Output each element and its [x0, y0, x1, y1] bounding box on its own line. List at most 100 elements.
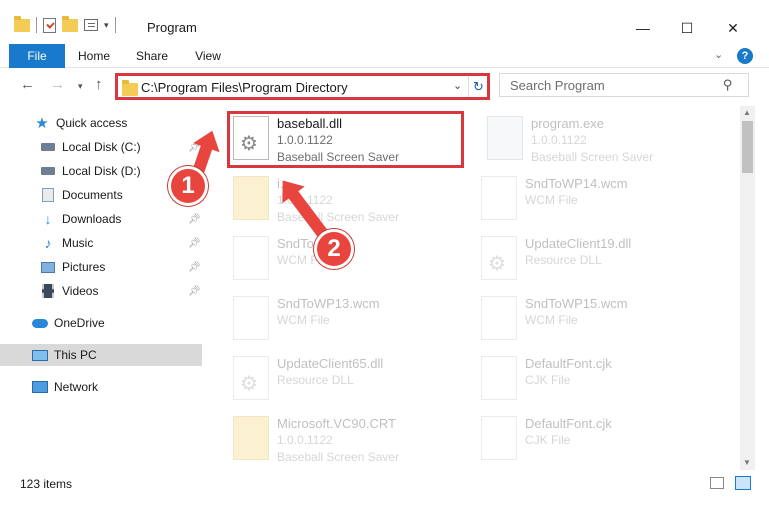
- sidebar-item-local-disk-c[interactable]: Local Disk (C:) 📌︎: [0, 136, 202, 158]
- sidebar-item-label: Pictures: [62, 260, 106, 274]
- sidebar-item-label: Quick access: [56, 116, 128, 130]
- file-list: baseball.dll 1.0.0.1122 Baseball Screen …: [205, 106, 740, 470]
- tab-file[interactable]: File: [9, 44, 65, 68]
- properties-check-icon[interactable]: [43, 17, 56, 33]
- file-type: WCM File: [525, 193, 578, 207]
- title-bar: ▾ Program — ☐ ✕: [0, 0, 769, 42]
- document-icon: [481, 296, 517, 340]
- pin-icon: 📌︎: [188, 237, 201, 249]
- sidebar-item-music[interactable]: ♪ Music 📌︎: [0, 232, 202, 254]
- minimize-button[interactable]: —: [620, 14, 666, 42]
- sidebar-item-label: Videos: [62, 284, 99, 298]
- scroll-thumb[interactable]: [742, 121, 753, 173]
- this-pc-icon: [32, 348, 48, 362]
- folder-icon: [233, 176, 269, 220]
- file-name: SndToWP14.wcm: [525, 176, 628, 191]
- videos-icon: [40, 284, 56, 298]
- step-badge-1: 1: [168, 166, 208, 206]
- file-version: 1.0.0.1122: [277, 433, 333, 447]
- file-item-updateclient65[interactable]: UpdateClient65.dll Resource DLL: [229, 348, 469, 404]
- drive-icon: [40, 164, 56, 178]
- sidebar-item-downloads[interactable]: ↓ Downloads 📌︎: [0, 208, 202, 230]
- back-arrow-icon[interactable]: ←: [20, 76, 35, 93]
- sidebar-item-pictures[interactable]: Pictures 📌︎: [0, 256, 202, 278]
- file-item-defaultfont-2[interactable]: DefaultFont.cjk CJK File: [477, 408, 717, 464]
- chevron-down-icon[interactable]: ⌄: [453, 79, 462, 92]
- pin-icon: 📌︎: [188, 261, 201, 273]
- refresh-icon[interactable]: ↻: [468, 76, 488, 97]
- toolbar-divider: [114, 17, 116, 33]
- star-icon: ★: [35, 115, 49, 132]
- file-type: Resource DLL: [277, 373, 354, 387]
- search-input[interactable]: Search Program ⚲: [499, 73, 749, 97]
- sidebar-item-this-pc[interactable]: This PC: [0, 344, 202, 366]
- file-type: WCM File: [277, 313, 330, 327]
- chevron-down-icon[interactable]: ▾: [104, 20, 109, 31]
- ribbon-tabs: File Home Share View ⌄ ?: [0, 44, 769, 68]
- scroll-up-icon[interactable]: ▲: [743, 108, 751, 117]
- drive-icon: [40, 140, 56, 154]
- file-item-sndtowp14[interactable]: SndToWP14.wcm WCM File: [477, 168, 717, 224]
- details-view-icon[interactable]: [710, 477, 724, 489]
- file-name: SndToWP15.wcm: [525, 296, 628, 311]
- scroll-down-icon[interactable]: ▼: [743, 458, 751, 467]
- file-version: 1.0.0.1122: [531, 133, 587, 147]
- sidebar-item-label: Local Disk (C:): [62, 140, 141, 154]
- file-item-updateclient19[interactable]: UpdateClient19.dll Resource DLL: [477, 228, 717, 284]
- sidebar-item-network[interactable]: Network: [0, 376, 202, 398]
- sidebar-item-label: Local Disk (D:): [62, 164, 141, 178]
- file-item-program-exe[interactable]: program.exe 1.0.0.1122 Baseball Screen S…: [483, 108, 723, 164]
- file-item-microsoft-vc90-crt[interactable]: Microsoft.VC90.CRT 1.0.0.1122 Baseball S…: [229, 408, 469, 464]
- address-path[interactable]: C:\Program Files\Program Directory: [141, 80, 348, 95]
- network-icon: [32, 380, 48, 394]
- file-type: CJK File: [525, 373, 571, 387]
- file-type: WCM File: [525, 313, 578, 327]
- sidebar-item-onedrive[interactable]: OneDrive: [0, 312, 202, 334]
- address-bar[interactable]: C:\Program Files\Program Directory ⌄ ↻: [115, 73, 490, 100]
- large-icons-view-icon[interactable]: [735, 476, 751, 490]
- file-type: CJK File: [525, 433, 571, 447]
- quick-access-toolbar: ▾: [14, 15, 116, 33]
- toolbar-divider: [36, 17, 37, 33]
- expand-ribbon-icon[interactable]: ⌄: [714, 48, 723, 61]
- folder-icon: [233, 416, 269, 460]
- maximize-button[interactable]: ☐: [664, 14, 710, 42]
- tab-home[interactable]: Home: [72, 44, 116, 68]
- file-name: UpdateClient19.dll: [525, 236, 632, 251]
- recent-locations-icon[interactable]: ▾: [78, 81, 83, 92]
- sidebar-item-quick-access[interactable]: ★ Quick access: [0, 112, 202, 134]
- sidebar-item-videos[interactable]: Videos 📌︎: [0, 280, 202, 302]
- tab-share[interactable]: Share: [130, 44, 174, 68]
- document-icon: [481, 356, 517, 400]
- folder-icon[interactable]: [14, 15, 30, 32]
- documents-icon: [40, 188, 56, 202]
- exe-file-icon: [487, 116, 523, 160]
- highlight-box: [227, 111, 464, 168]
- pin-icon: 📌︎: [188, 213, 201, 225]
- file-item-sndtowp15[interactable]: SndToWP15.wcm WCM File: [477, 288, 717, 344]
- file-description: Baseball Screen Saver: [277, 210, 400, 224]
- navigation-pane: ★ Quick access Local Disk (C:) 📌︎ Local …: [0, 108, 205, 470]
- file-item-sndtowp13[interactable]: SndToWP13.wcm WCM File: [229, 288, 469, 344]
- file-item-folder[interactable]: i... 1.0.0.1122 Baseball Screen Saver: [229, 168, 469, 224]
- close-button[interactable]: ✕: [710, 14, 756, 42]
- file-name: SndToWP13.wcm: [277, 296, 380, 311]
- document-icon: [481, 176, 517, 220]
- onedrive-icon: [32, 316, 48, 330]
- vertical-scrollbar[interactable]: ▲ ▼: [740, 106, 755, 470]
- search-icon[interactable]: ⚲: [723, 77, 733, 93]
- forward-arrow-icon[interactable]: →: [50, 76, 65, 93]
- status-bar: 123 items: [0, 472, 769, 505]
- file-item-defaultfont-1[interactable]: DefaultFont.cjk CJK File: [477, 348, 717, 404]
- file-name: Microsoft.VC90.CRT: [277, 416, 396, 431]
- navigation-bar: ← → ▾ ↑ C:\Program Files\Program Directo…: [0, 70, 769, 104]
- up-arrow-icon[interactable]: ↑: [95, 76, 103, 93]
- new-folder-icon[interactable]: [62, 15, 78, 32]
- file-name: DefaultFont.cjk: [525, 416, 612, 431]
- sidebar-item-label: Downloads: [62, 212, 122, 226]
- tab-view[interactable]: View: [186, 44, 230, 68]
- dll-file-icon: [481, 236, 517, 280]
- help-icon[interactable]: ?: [737, 48, 753, 64]
- search-placeholder: Search Program: [510, 78, 605, 93]
- customize-toolbar-icon[interactable]: [84, 19, 98, 31]
